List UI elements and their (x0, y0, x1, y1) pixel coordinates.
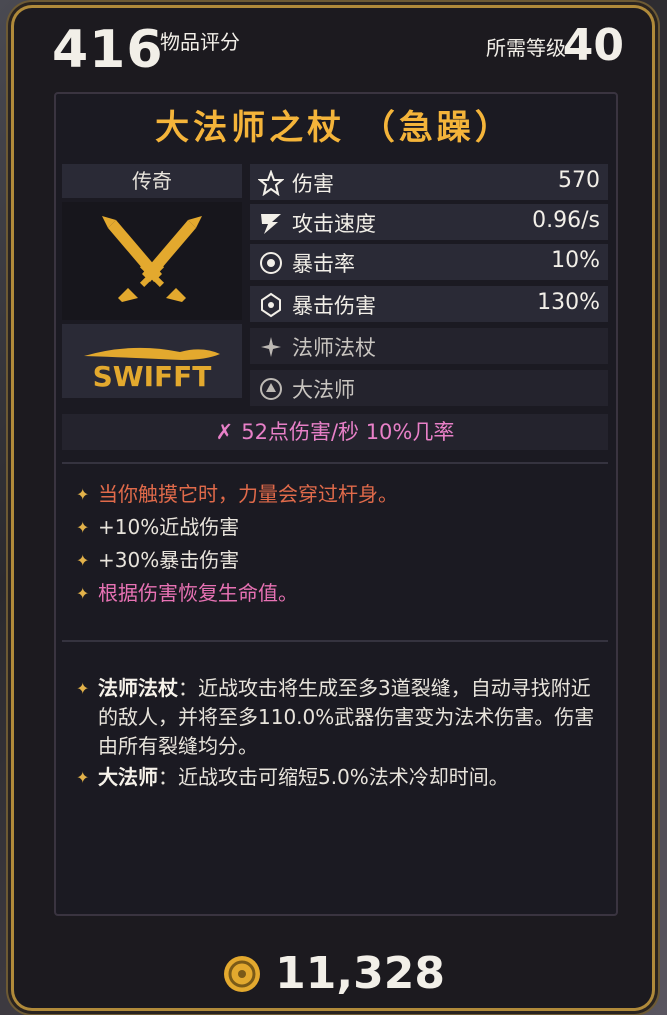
affix-text: +30%暴击伤害 (98, 548, 240, 572)
archmage-icon (260, 378, 282, 400)
star-bullet-icon: ✦ (76, 485, 90, 504)
crit-damage-icon (261, 292, 281, 318)
stat-name: 伤害 (292, 172, 334, 196)
star-bullet-icon: ✦ (76, 768, 90, 787)
sell-price: 11,328 (0, 948, 667, 999)
stat-row-crit-damage: 暴击伤害 130% (250, 286, 608, 322)
manufacturer-name: SWIFFT (93, 360, 212, 393)
affix-line: ✦ +10%近战伤害 (76, 511, 240, 544)
damage-icon (258, 170, 284, 196)
required-level-label: 所需等级 (486, 36, 566, 60)
stat-row-attack-speed: 攻击速度 0.96/s (250, 204, 608, 240)
stat-value: 570 (558, 168, 600, 193)
stat-row-crit-chance: 暴击率 10% (250, 244, 608, 280)
stat-name: 暴击伤害 (292, 294, 376, 318)
coin-icon (224, 955, 261, 992)
perk-name: 法师法杖 (98, 676, 178, 700)
item-header: 416 物品评分 所需等级 40 (40, 14, 630, 80)
item-score: 416 (52, 20, 164, 80)
star-bullet-icon: ✦ (76, 551, 90, 570)
perk-mage-staff: ✦ 法师法杖：近战攻击将生成至多3道裂缝，自动寻找附近的敌人，并将至多110.0… (76, 674, 598, 761)
perk-text: ：近战攻击可缩短5.0%法术冷却时间。 (158, 765, 509, 789)
item-score-label: 物品评分 (160, 30, 240, 54)
affix-line: ✦ 根据伤害恢复生命值。 (76, 577, 298, 610)
stat-row-archmage: 大法师 (250, 370, 608, 406)
stat-value: 10% (551, 248, 600, 273)
stat-name: 大法师 (292, 378, 355, 402)
star-bullet-icon: ✦ (76, 584, 90, 603)
price-value: 11,328 (275, 948, 445, 999)
star-bullet-icon: ✦ (76, 679, 90, 698)
swifft-logo: SWIFFT (84, 347, 220, 393)
stat-row-mage-staff: 法师法杖 (250, 328, 608, 364)
weapon-type-icon-box (62, 202, 242, 320)
affix-text: +10%近战伤害 (98, 515, 240, 539)
affix-text: 根据伤害恢复生命值。 (98, 581, 298, 605)
required-level-value: 40 (562, 20, 624, 71)
crossed-swords-icon (102, 216, 202, 302)
crit-chance-icon (260, 252, 282, 274)
stat-value: 130% (537, 290, 600, 315)
perk-name: 大法师 (98, 765, 158, 789)
item-name: 大法师之杖 （急躁） (155, 108, 513, 148)
poison-icon: ✗ (215, 420, 234, 444)
stat-name: 攻击速度 (292, 212, 376, 236)
stat-name: 暴击率 (292, 252, 355, 276)
perk-archmage: ✦ 大法师：近战攻击可缩短5.0%法术冷却时间。 (76, 763, 598, 792)
stat-value: 0.96/s (532, 208, 600, 233)
affix-line: ✦ +30%暴击伤害 (76, 544, 240, 577)
affix-text: 当你触摸它时，力量会穿过杆身。 (98, 482, 398, 506)
divider (62, 640, 608, 642)
star-bullet-icon: ✦ (76, 518, 90, 537)
dot-text: 52点伤害/秒 10%几率 (241, 420, 455, 444)
rarity-label: 传奇 (62, 164, 242, 198)
perk-descriptions: ✦ 法师法杖：近战攻击将生成至多3道裂缝，自动寻找附近的敌人，并将至多110.0… (76, 674, 598, 792)
sparkle-icon (261, 337, 281, 357)
attack-speed-icon (261, 214, 281, 234)
affix-line: ✦ 当你触摸它时，力量会穿过杆身。 (76, 478, 398, 511)
stat-row-damage: 伤害 570 (250, 164, 608, 200)
divider (62, 462, 608, 464)
stat-name: 法师法杖 (292, 336, 376, 360)
manufacturer-logo: SWIFFT (62, 324, 242, 398)
damage-over-time-line: ✗ 52点伤害/秒 10%几率 (62, 414, 608, 450)
